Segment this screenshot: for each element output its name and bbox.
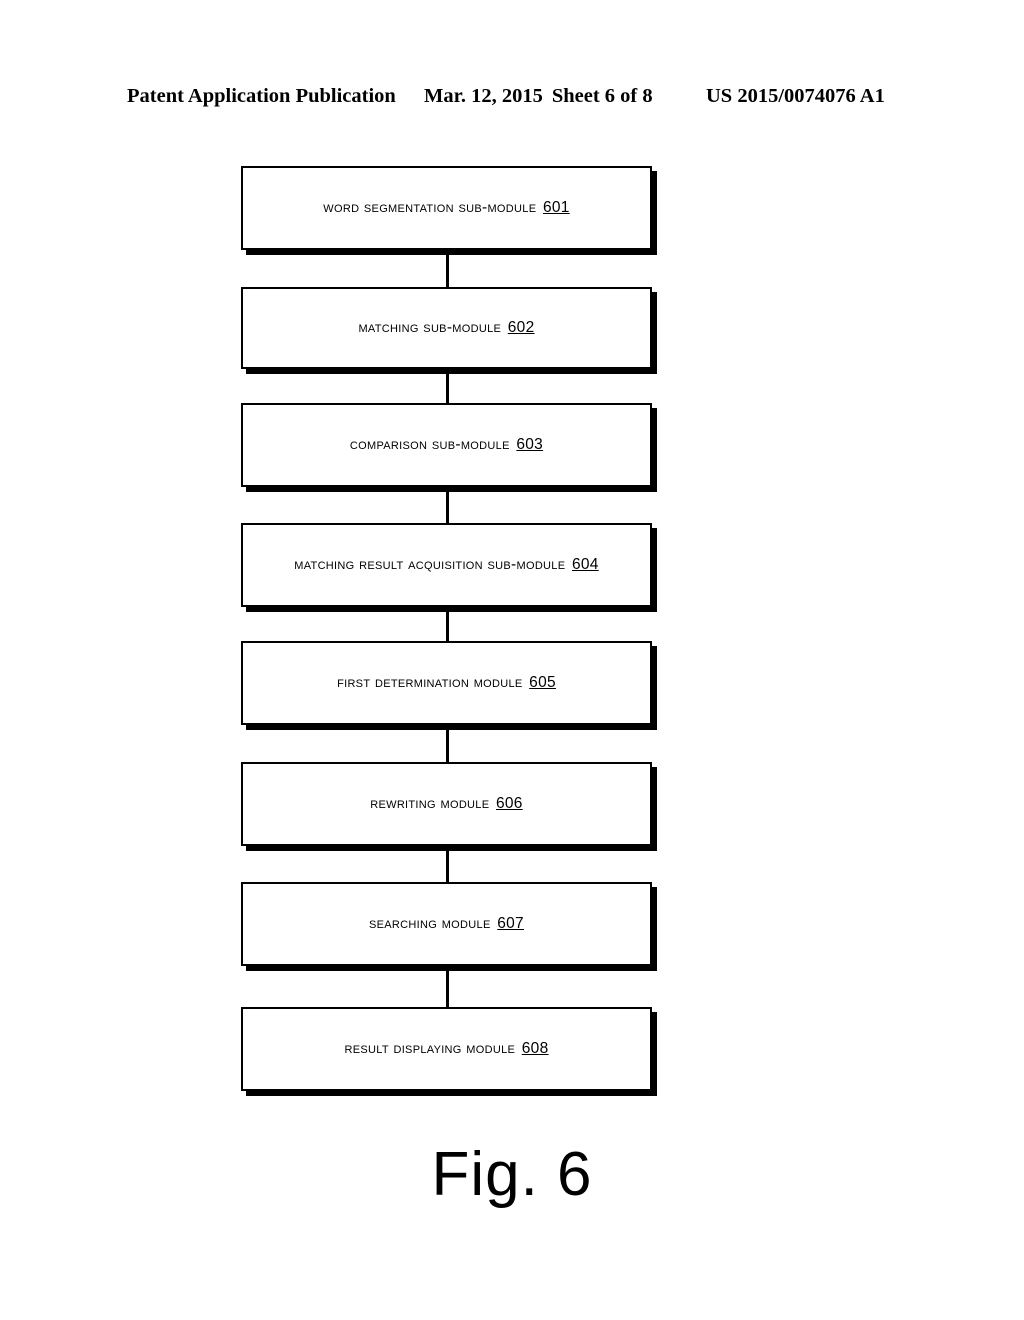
connector-607-608 <box>446 960 449 1010</box>
flowchart-node-607-text: Searching module <box>369 914 491 932</box>
flowchart-node-602-ref: 602 <box>507 318 535 336</box>
flowchart-node-603-ref: 603 <box>516 435 544 453</box>
flowchart-node-603: Comparison sub-module 603 <box>241 403 652 487</box>
flowchart-node-602-label: Matching sub-module 602 <box>358 319 534 338</box>
flowchart-node-607: Searching module 607 <box>241 882 652 966</box>
flowchart-node-603-text: Comparison sub-module <box>349 435 510 453</box>
flowchart-node-608-ref: 608 <box>521 1039 549 1057</box>
flowchart-node-601-ref: 601 <box>542 198 570 216</box>
flowchart-node-603-label: Comparison sub-module 603 <box>350 436 543 455</box>
flowchart-node-606-text: Rewriting module <box>370 794 490 812</box>
flowchart-node-605-ref: 605 <box>529 673 556 691</box>
flowchart-node-605-label: First determination module 605 <box>337 674 556 693</box>
flowchart-node-602: Matching sub-module 602 <box>241 287 652 369</box>
connector-606-607 <box>446 840 449 888</box>
flowchart-node-606-label: Rewriting module 606 <box>370 795 522 814</box>
flowchart-node-604-label: Matching result acquisition sub-module 6… <box>294 556 598 575</box>
flowchart-node-608-text: Result displaying module <box>344 1039 516 1057</box>
flowchart-node-601-text: Word segmentation sub-module <box>323 198 537 216</box>
flowchart-diagram: Word segmentation sub-module 601 Matchin… <box>0 0 1024 1320</box>
flowchart-node-601-label: Word segmentation sub-module 601 <box>323 199 569 218</box>
flowchart-node-607-label: Searching module 607 <box>369 915 524 934</box>
flowchart-node-601: Word segmentation sub-module 601 <box>241 166 652 250</box>
connector-605-606 <box>446 718 449 768</box>
flowchart-node-602-text: Matching sub-module <box>358 318 502 336</box>
flowchart-node-606-ref: 606 <box>495 794 523 812</box>
flowchart-node-604-ref: 604 <box>571 555 599 573</box>
flowchart-node-605-text: First determination module <box>337 673 523 691</box>
flowchart-node-607-ref: 607 <box>497 914 524 932</box>
flowchart-node-604: Matching result acquisition sub-module 6… <box>241 523 652 607</box>
flowchart-node-608: Result displaying module 608 <box>241 1007 652 1091</box>
figure-caption: Fig. 6 <box>431 1140 593 1209</box>
connector-603-604 <box>446 480 449 528</box>
flowchart-node-606: Rewriting module 606 <box>241 762 652 846</box>
flowchart-node-604-text: Matching result acquisition sub-module <box>294 555 566 573</box>
flowchart-node-605: First determination module 605 <box>241 641 652 725</box>
flowchart-node-608-label: Result displaying module 608 <box>344 1040 548 1059</box>
